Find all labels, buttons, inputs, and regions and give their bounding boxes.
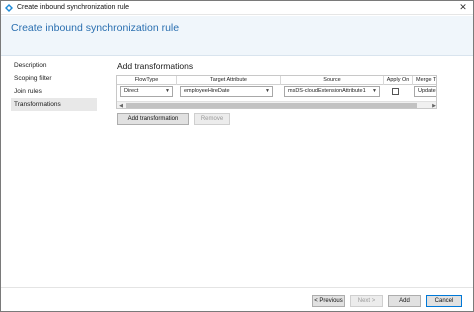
table-row: Direct ▼ employeeHireDate ▼ msDS-cloudEx… <box>117 86 436 100</box>
page-title: Create inbound synchronization rule <box>11 22 180 34</box>
add-transformation-button[interactable]: Add transformation <box>117 113 189 125</box>
column-header-source[interactable]: Source <box>281 76 384 85</box>
source-value: msDS-cloudExtensionAttribute1 <box>288 88 366 94</box>
footer-divider <box>1 287 473 288</box>
chevron-down-icon: ▼ <box>372 88 377 94</box>
scroll-left-icon[interactable]: ◀ <box>117 102 125 108</box>
source-select[interactable]: msDS-cloudExtensionAttribute1 ▼ <box>284 86 380 97</box>
section-title: Add transformations <box>117 61 194 71</box>
previous-button[interactable]: < Previous <box>312 295 345 307</box>
step-nav: Description Scoping filter Join rules Tr… <box>11 59 97 111</box>
nav-item-join-rules[interactable]: Join rules <box>11 85 97 98</box>
horizontal-scrollbar[interactable]: ◀ ▶ <box>117 101 436 108</box>
column-header-merge-type[interactable]: Merge Type <box>413 76 436 85</box>
title-bar: Create inbound synchronization rule ✕ <box>1 1 473 15</box>
flowtype-value: Direct <box>124 88 139 94</box>
remove-button[interactable]: Remove <box>194 113 230 125</box>
cancel-button[interactable]: Cancel <box>426 295 462 307</box>
flowtype-select[interactable]: Direct ▼ <box>120 86 173 97</box>
close-icon[interactable]: ✕ <box>457 2 469 13</box>
column-header-target-attribute[interactable]: Target Attribute <box>177 76 281 85</box>
nav-item-description[interactable]: Description <box>11 59 97 72</box>
scroll-right-icon[interactable]: ▶ <box>430 102 436 108</box>
grid-header: FlowType Target Attribute Source Apply O… <box>117 76 436 85</box>
sync-app-icon <box>5 4 13 12</box>
column-header-flowtype[interactable]: FlowType <box>117 76 177 85</box>
add-button[interactable]: Add <box>388 295 421 307</box>
next-button[interactable]: Next > <box>350 295 383 307</box>
target-attribute-select[interactable]: employeeHireDate ▼ <box>180 86 273 97</box>
chevron-down-icon: ▼ <box>265 88 270 94</box>
chevron-down-icon: ▼ <box>165 88 170 94</box>
nav-item-transformations[interactable]: Transformations <box>11 98 97 111</box>
nav-item-scoping-filter[interactable]: Scoping filter <box>11 72 97 85</box>
merge-type-value: Update <box>418 88 436 94</box>
apply-once-checkbox[interactable] <box>392 88 399 95</box>
dialog-window: Create inbound synchronization rule ✕ Cr… <box>0 0 474 312</box>
target-attribute-value: employeeHireDate <box>184 88 230 94</box>
merge-type-select[interactable]: Update <box>414 86 436 97</box>
transformations-grid: FlowType Target Attribute Source Apply O… <box>116 75 437 109</box>
column-header-apply-once[interactable]: Apply On <box>384 76 413 85</box>
scrollbar-thumb[interactable] <box>126 103 417 108</box>
window-title: Create inbound synchronization rule <box>17 4 130 11</box>
